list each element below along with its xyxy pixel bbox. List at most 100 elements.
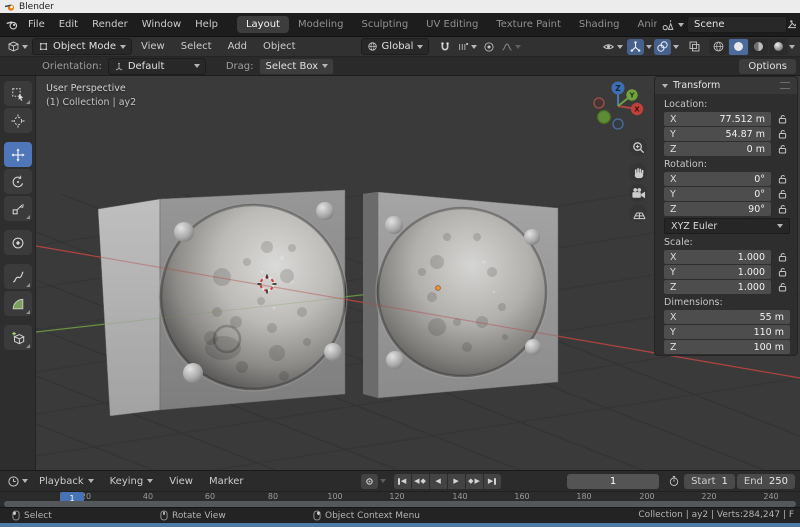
blender-menu-icon[interactable] <box>4 17 21 33</box>
lock-icon[interactable] <box>775 282 790 292</box>
lock-icon[interactable] <box>775 129 790 139</box>
lock-icon[interactable] <box>775 252 790 262</box>
tab-shading[interactable]: Shading <box>570 16 629 33</box>
menu-file[interactable]: File <box>21 19 52 30</box>
tool-transform[interactable] <box>3 230 32 255</box>
camera-view-button[interactable] <box>629 184 647 202</box>
timeline-menu-playback[interactable]: Playback <box>32 476 101 487</box>
chevron-down-icon[interactable] <box>789 44 795 49</box>
gizmo-axis-neg-z[interactable] <box>612 118 624 130</box>
next-keyframe-button[interactable]: ◆ ▶ <box>465 473 483 489</box>
orientation-setting-dropdown[interactable]: Default <box>107 57 206 75</box>
menu-add[interactable]: Add <box>221 41 254 52</box>
proportional-falloff-button[interactable] <box>499 39 523 55</box>
lock-icon[interactable] <box>775 174 790 184</box>
tool-cursor[interactable] <box>3 108 32 133</box>
play-reverse-button[interactable]: ◀ <box>429 473 447 489</box>
snap-settings-button[interactable] <box>455 39 479 55</box>
tool-measure[interactable] <box>3 291 32 316</box>
gizmo-axis-neg-x[interactable] <box>593 97 605 109</box>
tab-texture-paint[interactable]: Texture Paint <box>487 16 570 33</box>
tab-modeling[interactable]: Modeling <box>289 16 353 33</box>
location-z-field[interactable]: Z 0 m <box>664 142 771 156</box>
dimensions-z-field[interactable]: Z 100 m <box>664 340 790 354</box>
location-y-field[interactable]: Y 54.87 m <box>664 127 771 141</box>
chevron-down-icon[interactable] <box>673 44 679 49</box>
transform-orientation-dropdown[interactable]: Global <box>360 38 430 55</box>
timeline-menu-view[interactable]: View <box>162 476 200 487</box>
frame-end-field[interactable]: End 250 <box>736 473 795 489</box>
rotation-x-field[interactable]: X 0° <box>664 172 771 186</box>
jump-to-end-button[interactable]: ▶ <box>483 473 501 489</box>
tool-select-box[interactable] <box>3 81 32 106</box>
interaction-mode-dropdown[interactable]: Object Mode <box>32 38 132 55</box>
view-layer-icon[interactable] <box>787 17 796 33</box>
tool-move[interactable] <box>3 142 32 167</box>
proportional-editing-button[interactable] <box>481 39 497 55</box>
tool-annotate[interactable] <box>3 264 32 289</box>
menu-edit[interactable]: Edit <box>52 19 85 30</box>
snap-toggle-button[interactable] <box>437 39 453 55</box>
pan-view-button[interactable] <box>629 163 647 181</box>
timeline-menu-keying[interactable]: Keying <box>103 476 161 487</box>
xray-toggle-button[interactable] <box>686 39 703 55</box>
viewport-3d[interactable]: User Perspective (1) Collection | ay2 Z … <box>36 76 800 470</box>
lock-icon[interactable] <box>775 114 790 124</box>
dimensions-y-field[interactable]: Y 110 m <box>664 325 790 339</box>
scale-z-field[interactable]: Z 1.000 <box>664 280 771 294</box>
options-button[interactable]: Options <box>739 58 796 74</box>
frame-start-field[interactable]: Start 1 <box>684 473 735 489</box>
overlays-toggle-button[interactable] <box>654 38 671 55</box>
lock-icon[interactable] <box>775 189 790 199</box>
scene-name-field[interactable]: Scene <box>687 16 787 33</box>
object-visibility-button[interactable] <box>600 39 625 55</box>
drag-setting-dropdown[interactable]: Select Box <box>259 57 335 75</box>
tool-rotate[interactable] <box>3 169 32 194</box>
lock-icon[interactable] <box>775 144 790 154</box>
chevron-down-icon[interactable] <box>646 44 652 49</box>
scene-selector[interactable]: Scene <box>661 16 787 33</box>
shading-solid-button[interactable] <box>729 38 748 55</box>
rotation-z-field[interactable]: Z 90° <box>664 202 771 216</box>
tool-scale[interactable] <box>3 196 32 221</box>
zoom-view-button[interactable] <box>629 138 647 156</box>
editor-type-button[interactable] <box>5 39 30 55</box>
scale-x-field[interactable]: X 1.000 <box>664 250 771 264</box>
play-button[interactable]: ▶ <box>447 473 465 489</box>
shading-rendered-button[interactable] <box>769 38 788 55</box>
current-frame-field[interactable]: 1 <box>567 473 660 489</box>
tab-layout[interactable]: Layout <box>236 16 289 33</box>
tab-uv-editing[interactable]: UV Editing <box>417 16 487 33</box>
scale-y-field[interactable]: Y 1.000 <box>664 265 771 279</box>
transform-panel-header[interactable]: Transform Transform <box>655 77 797 94</box>
lock-icon[interactable] <box>775 204 790 214</box>
tab-sculpting[interactable]: Sculpting <box>352 16 417 33</box>
gizmos-toggle-button[interactable] <box>627 38 644 55</box>
timeline-editor-type-button[interactable] <box>5 473 30 489</box>
menu-window[interactable]: Window <box>135 19 188 30</box>
rotation-mode-dropdown[interactable]: XYZ Euler <box>664 218 790 234</box>
previous-keyframe-button[interactable]: ◀ ◆ <box>411 473 429 489</box>
lock-icon[interactable] <box>775 267 790 277</box>
menu-object[interactable]: Object <box>256 41 303 52</box>
dimensions-x-field[interactable]: X 55 m <box>664 310 790 324</box>
tool-add-cube[interactable] <box>3 325 32 350</box>
perspective-toggle-button[interactable] <box>629 204 647 222</box>
timeline-ruler[interactable]: 20 40 60 80 100 120 140 160 180 200 220 … <box>0 491 800 508</box>
rotation-y-field[interactable]: Y 0° <box>664 187 771 201</box>
menu-help[interactable]: Help <box>188 19 225 30</box>
menu-render[interactable]: Render <box>85 19 135 30</box>
shading-wireframe-button[interactable] <box>709 38 728 55</box>
location-x-field[interactable]: X 77.512 m <box>664 112 771 126</box>
menu-view[interactable]: View <box>134 41 172 52</box>
menu-select[interactable]: Select <box>174 41 219 52</box>
mold-block-right[interactable] <box>363 191 559 399</box>
mold-block-left[interactable] <box>97 189 348 417</box>
tab-animation[interactable]: Animation <box>629 16 658 33</box>
shading-material-button[interactable] <box>749 38 768 55</box>
gizmo-axis-neg-y[interactable] <box>596 109 612 125</box>
jump-to-start-button[interactable]: ◀ <box>393 473 411 489</box>
auto-keying-button[interactable] <box>360 473 378 489</box>
navigation-gizmo[interactable]: Z Y X <box>588 78 648 136</box>
timeline-menu-marker[interactable]: Marker <box>202 476 251 487</box>
